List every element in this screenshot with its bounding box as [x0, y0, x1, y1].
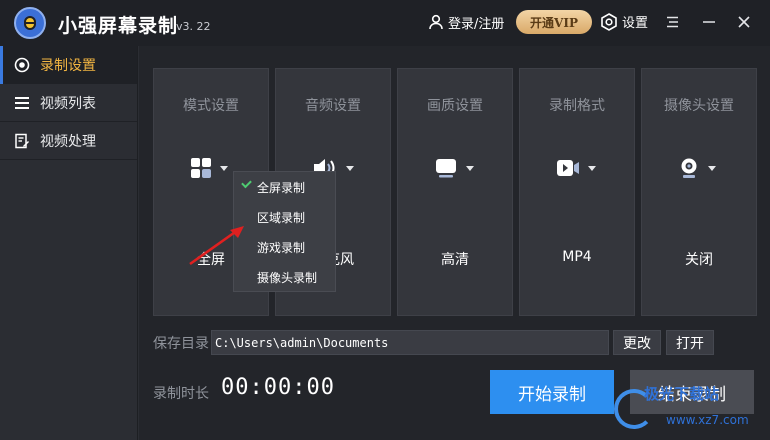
- sidebar-item-label: 视频处理: [40, 133, 96, 150]
- card-webcam-settings[interactable]: 摄像头设置 关闭: [641, 68, 757, 316]
- menu-button[interactable]: [661, 10, 685, 34]
- list-icon: [15, 96, 29, 109]
- menu-item-label: 全屏录制: [257, 180, 306, 195]
- card-quality-settings[interactable]: 画质设置 高清: [397, 68, 513, 316]
- edit-doc-icon: [15, 133, 29, 148]
- card-value: MP4: [562, 249, 592, 265]
- app-title: 小强屏幕录制: [58, 15, 179, 37]
- menu-item-fullscreen[interactable]: 全屏录制: [234, 172, 335, 202]
- sidebar-item-video-processing[interactable]: 视频处理: [0, 122, 137, 160]
- close-icon: [738, 16, 750, 28]
- card-title: 摄像头设置: [664, 98, 734, 114]
- login-button[interactable]: 登录/注册: [428, 12, 504, 32]
- chevron-down-icon: [708, 165, 716, 171]
- sidebar-item-label: 录制设置: [40, 57, 96, 74]
- webcam-dropdown-trigger[interactable]: [678, 155, 722, 181]
- login-label: 登录/注册: [448, 16, 505, 32]
- card-title: 模式设置: [183, 98, 239, 114]
- minimize-icon: [703, 21, 715, 23]
- video-icon: [557, 160, 579, 176]
- check-icon: [241, 177, 252, 189]
- user-icon: [429, 14, 443, 30]
- sidebar-item-record-settings[interactable]: 录制设置: [0, 46, 137, 84]
- duration-label: 录制时长: [153, 386, 209, 402]
- card-value: 关闭: [685, 252, 713, 268]
- record-circle-icon: [14, 57, 30, 72]
- menu-item-region[interactable]: 区域录制: [234, 202, 335, 232]
- title-bar: 小强屏幕录制 v3. 22 登录/注册 开通VIP 设置: [0, 0, 770, 46]
- change-path-button[interactable]: 更改: [613, 330, 661, 355]
- card-title: 音频设置: [305, 98, 361, 114]
- grid-icon: [191, 158, 211, 178]
- sidebar: 录制设置 视频列表 视频处理: [0, 46, 138, 440]
- annotation-arrow-icon: [189, 226, 244, 266]
- chevron-down-icon: [220, 165, 228, 171]
- gear-icon: [601, 12, 617, 31]
- card-title: 画质设置: [427, 98, 483, 114]
- settings-label: 设置: [622, 16, 649, 31]
- watermark-url: www.xz7.com: [666, 413, 749, 427]
- menu-item-game[interactable]: 游戏录制: [234, 232, 335, 262]
- save-path-label: 保存目录: [153, 336, 209, 352]
- close-button[interactable]: [732, 10, 756, 34]
- settings-button[interactable]: 设置: [600, 12, 648, 31]
- app-version: v3. 22: [176, 20, 211, 33]
- mode-dropdown-trigger[interactable]: [190, 155, 234, 181]
- start-recording-button[interactable]: 开始录制: [490, 370, 614, 414]
- card-format-settings[interactable]: 录制格式 MP4: [519, 68, 635, 316]
- watermark-text: 极光下载站: [644, 385, 720, 403]
- sidebar-item-label: 视频列表: [40, 95, 96, 112]
- duration-value: 00:00:00: [221, 375, 335, 400]
- menu-item-webcam[interactable]: 摄像头录制: [234, 262, 335, 292]
- minimize-button[interactable]: [697, 10, 721, 34]
- mode-dropdown-menu: 全屏录制 区域录制 游戏录制 摄像头录制: [233, 171, 336, 292]
- card-title: 录制格式: [549, 98, 605, 114]
- menu-item-label: 游戏录制: [257, 240, 306, 255]
- save-path-field[interactable]: C:\Users\admin\Documents: [211, 330, 609, 355]
- vip-button[interactable]: 开通VIP: [516, 10, 592, 34]
- menu-item-label: 摄像头录制: [257, 270, 318, 285]
- chevron-down-icon: [588, 165, 596, 171]
- quality-dropdown-trigger[interactable]: [434, 155, 478, 181]
- card-value: 高清: [441, 252, 469, 268]
- chevron-down-icon: [346, 165, 354, 171]
- format-dropdown-trigger[interactable]: [556, 155, 600, 181]
- sidebar-item-video-list[interactable]: 视频列表: [0, 84, 137, 122]
- webcam-icon: [681, 158, 697, 178]
- menu-icon: [667, 16, 678, 28]
- chevron-down-icon: [466, 165, 474, 171]
- screen-icon: [436, 159, 456, 178]
- menu-item-label: 区域录制: [257, 210, 306, 225]
- app-logo-icon: [14, 7, 46, 39]
- open-folder-button[interactable]: 打开: [666, 330, 714, 355]
- watermark: 极光下载站 www.xz7.com: [614, 383, 764, 439]
